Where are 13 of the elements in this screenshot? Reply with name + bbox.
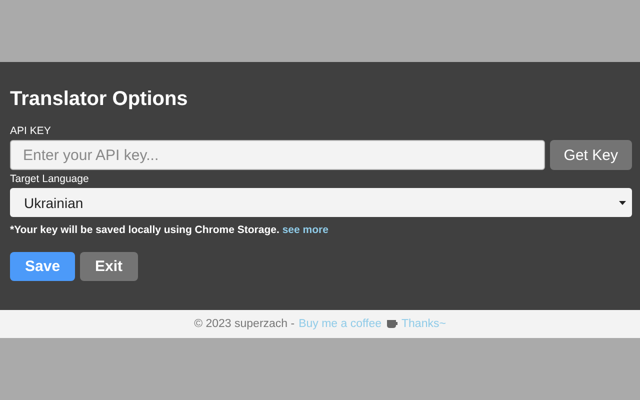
page-title: Translator Options xyxy=(10,88,188,111)
api-key-field[interactable]: Enter your API key... xyxy=(10,140,545,170)
language-dropdown[interactable]: Ukrainian xyxy=(10,188,632,217)
copyright-text: © 2023 superzach - xyxy=(194,318,295,330)
field-label: API KEY xyxy=(10,125,51,137)
storage-note: *Your key will be saved locally using Chrome Storage. see more xyxy=(10,224,328,236)
save-button[interactable]: Save xyxy=(10,252,76,281)
get-key-button[interactable]: Get Key xyxy=(550,140,632,170)
coffee-cup-icon xyxy=(386,319,398,329)
exit-button[interactable]: Exit xyxy=(80,252,138,281)
field-label: Target Language xyxy=(10,173,89,185)
caret-icon xyxy=(619,200,626,204)
see-more-link[interactable]: see more xyxy=(282,224,328,236)
